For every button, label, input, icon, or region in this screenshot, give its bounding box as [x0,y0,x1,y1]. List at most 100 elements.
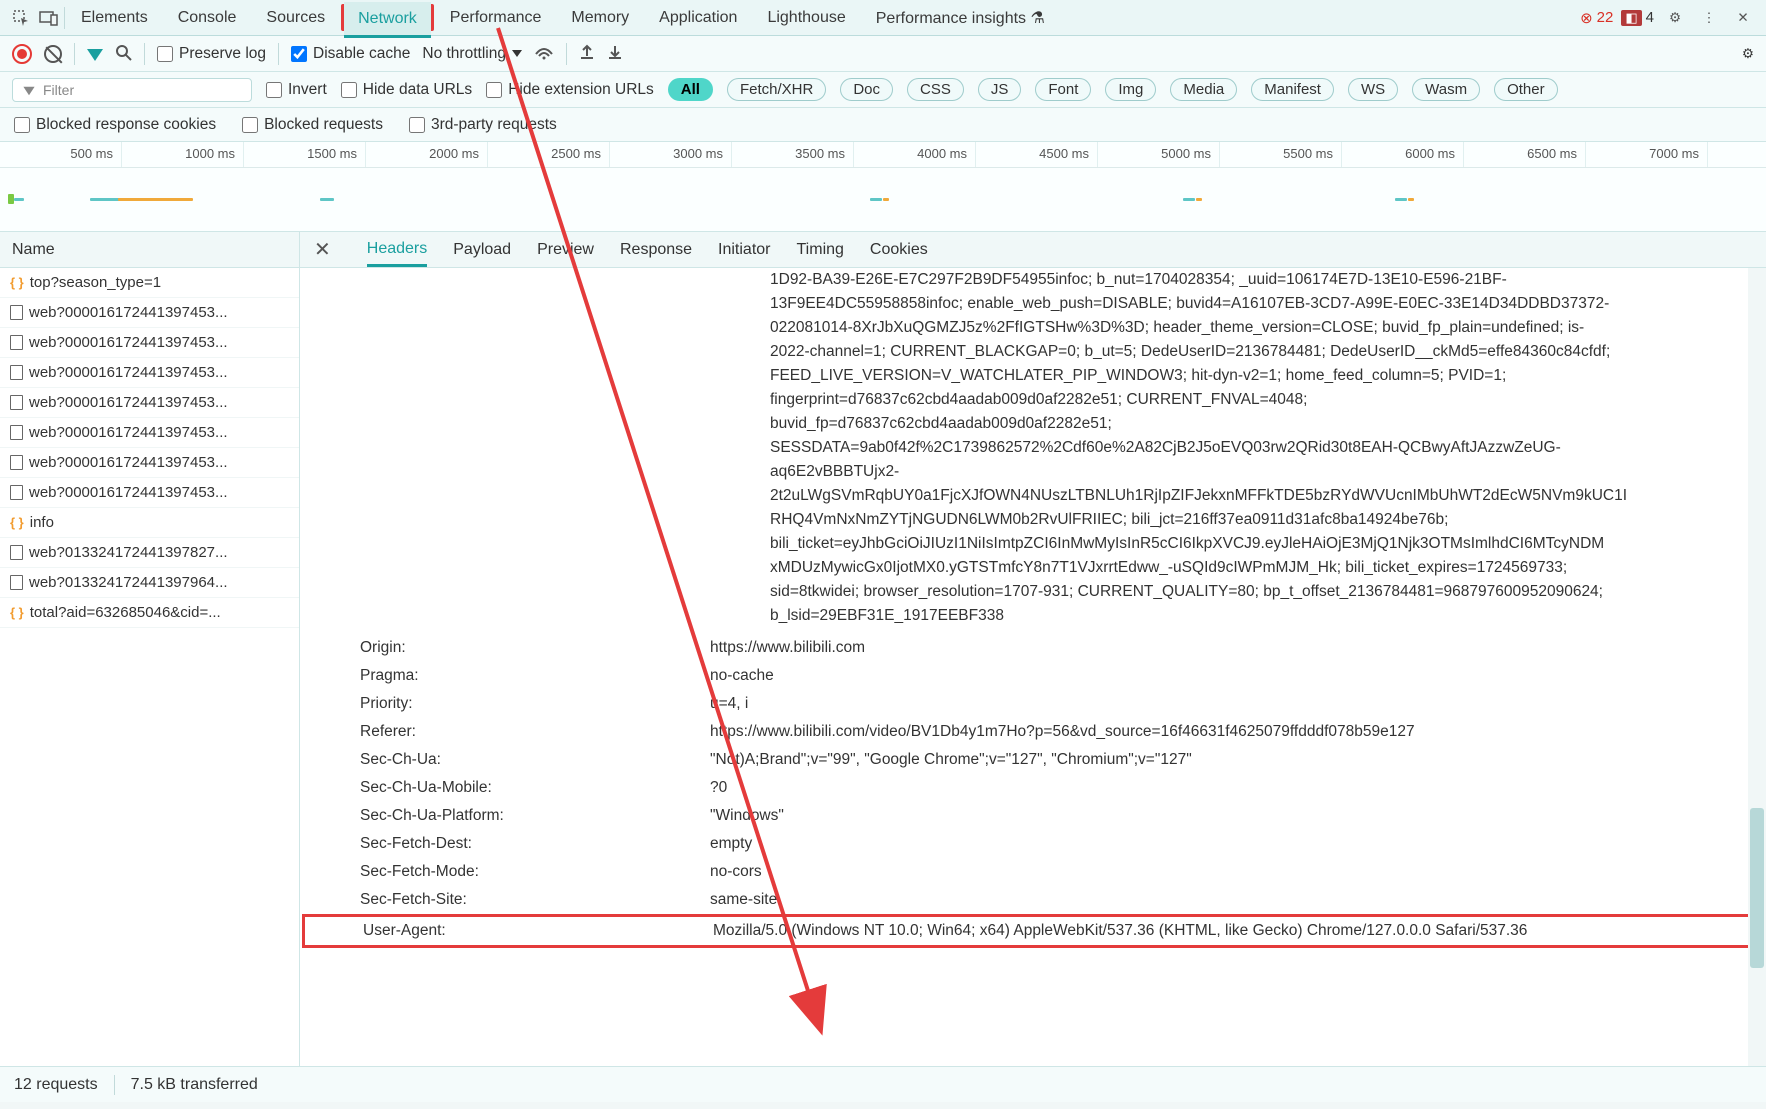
document-icon [10,545,23,560]
request-row[interactable]: web?000016172441397453... [0,478,299,508]
request-row[interactable]: web?000016172441397453... [0,448,299,478]
status-requests: 12 requests [14,1076,98,1094]
js-icon: { } [10,605,24,620]
clear-button[interactable] [44,45,62,63]
filter-pill-all[interactable]: All [668,78,713,101]
details-tab-response[interactable]: Response [620,241,692,259]
inspect-icon[interactable] [8,5,34,31]
details-tab-headers[interactable]: Headers [367,232,427,267]
devtools-tabs: Elements Console Sources Network Perform… [0,0,1766,36]
timeline-tick: 6500 ms [1464,142,1586,167]
filter-input[interactable]: Filter [12,78,252,102]
request-row[interactable]: web?013324172441397964... [0,568,299,598]
header-name: Referer: [360,720,710,744]
filter-pill-font[interactable]: Font [1035,78,1091,101]
cookie-value: 1D92-BA39-E26E-E7C297F2B9DF54955infoc; b… [350,268,1766,634]
tab-sources[interactable]: Sources [252,1,339,35]
network-settings-icon[interactable]: ⚙ [1742,46,1754,62]
filter-pill-js[interactable]: JS [978,78,1022,101]
header-name: Sec-Fetch-Mode: [360,860,710,884]
header-name: User-Agent: [363,919,713,943]
scrollbar-thumb[interactable] [1750,808,1764,968]
settings-icon[interactable]: ⚙ [1662,5,1688,31]
details-tab-cookies[interactable]: Cookies [870,241,928,259]
filter-pill-css[interactable]: CSS [907,78,964,101]
network-conditions-icon[interactable] [534,44,554,63]
flask-icon: ⚗ [1031,10,1045,27]
tab-lighthouse[interactable]: Lighthouse [753,1,859,35]
invert-checkbox[interactable]: Invert [266,81,327,99]
request-row[interactable]: { }total?aid=632685046&cid=... [0,598,299,628]
blocked-requests-checkbox[interactable]: Blocked requests [242,116,383,134]
header-name: Sec-Fetch-Dest: [360,832,710,856]
details-tab-preview[interactable]: Preview [537,241,594,259]
timeline-tick: 3500 ms [732,142,854,167]
filter-pill-img[interactable]: Img [1105,78,1156,101]
headers-scroll-area[interactable]: 1D92-BA39-E26E-E7C297F2B9DF54955infoc; b… [300,268,1766,1066]
thirdparty-checkbox[interactable]: 3rd-party requests [409,116,557,134]
header-value: "Not)A;Brand";v="99", "Google Chrome";v=… [710,748,1766,772]
request-row[interactable]: web?000016172441397453... [0,388,299,418]
tab-memory[interactable]: Memory [557,1,643,35]
upload-har-icon[interactable] [579,44,595,63]
scrollbar[interactable] [1748,268,1766,1066]
header-value: Mozilla/5.0 (Windows NT 10.0; Win64; x64… [713,919,1763,943]
request-name: web?013324172441397964... [29,574,228,591]
timeline-track [0,168,1766,228]
download-har-icon[interactable] [607,44,623,63]
hide-data-urls-checkbox[interactable]: Hide data URLs [341,81,472,99]
search-icon[interactable] [115,44,132,64]
request-row[interactable]: web?000016172441397453... [0,298,299,328]
filter-pill-fetch[interactable]: Fetch/XHR [727,78,826,101]
request-name: web?000016172441397453... [29,304,228,321]
blocked-cookies-checkbox[interactable]: Blocked response cookies [14,116,216,134]
request-row[interactable]: web?000016172441397453... [0,358,299,388]
hide-ext-urls-checkbox[interactable]: Hide extension URLs [486,81,654,99]
filter-pill-doc[interactable]: Doc [840,78,893,101]
request-row[interactable]: { }top?season_type=1 [0,268,299,298]
filter-toggle-icon[interactable] [87,49,103,61]
details-tab-timing[interactable]: Timing [797,241,844,259]
column-header-name[interactable]: Name [0,232,299,268]
issue-icon: ◧ [1621,10,1641,26]
tab-application[interactable]: Application [645,1,751,35]
request-row[interactable]: web?013324172441397827... [0,538,299,568]
header-row: Origin:https://www.bilibili.com [360,634,1766,662]
tab-console[interactable]: Console [164,1,251,35]
details-tab-initiator[interactable]: Initiator [718,241,770,259]
timeline-overview[interactable]: 500 ms1000 ms1500 ms2000 ms2500 ms3000 m… [0,142,1766,232]
header-name: Sec-Fetch-Site: [360,888,710,912]
close-icon[interactable]: ✕ [1730,5,1756,31]
preserve-log-checkbox[interactable]: Preserve log [157,45,266,63]
close-details-icon[interactable]: ✕ [314,237,331,262]
request-row[interactable]: { }info [0,508,299,538]
network-detail-panes: Name { }top?season_type=1 web?00001617244… [0,232,1766,1066]
request-row[interactable]: web?000016172441397453... [0,418,299,448]
error-icon: ⊗ [1580,9,1593,27]
tab-performance[interactable]: Performance [436,1,556,35]
throttling-select[interactable]: No throttling [422,45,522,63]
filter-pill-other[interactable]: Other [1494,78,1558,101]
filter-pill-media[interactable]: Media [1170,78,1237,101]
issue-count[interactable]: ◧ 4 [1621,9,1654,26]
request-list[interactable]: { }top?season_type=1 web?0000161724413974… [0,268,299,1066]
filter-pill-manifest[interactable]: Manifest [1251,78,1334,101]
more-icon[interactable]: ⋮ [1696,5,1722,31]
header-value: https://www.bilibili.com/video/BV1Db4y1m… [710,720,1766,744]
disable-cache-checkbox[interactable]: Disable cache [291,45,410,63]
error-count[interactable]: ⊗ 22 [1580,9,1613,27]
record-button[interactable] [12,44,32,64]
filter-pill-ws[interactable]: WS [1348,78,1398,101]
document-icon [10,335,23,350]
request-row[interactable]: web?000016172441397453... [0,328,299,358]
tab-elements[interactable]: Elements [67,1,162,35]
tab-network[interactable]: Network [344,2,431,38]
filter-bar-2: Blocked response cookies Blocked request… [0,108,1766,142]
details-tab-payload[interactable]: Payload [453,241,511,259]
tab-perfinsights[interactable]: Performance insights ⚗ [862,0,1059,36]
document-icon [10,305,23,320]
filter-pill-wasm[interactable]: Wasm [1412,78,1480,101]
header-row: Pragma:no-cache [360,662,1766,690]
device-toggle-icon[interactable] [36,5,62,31]
header-name: Pragma: [360,664,710,688]
